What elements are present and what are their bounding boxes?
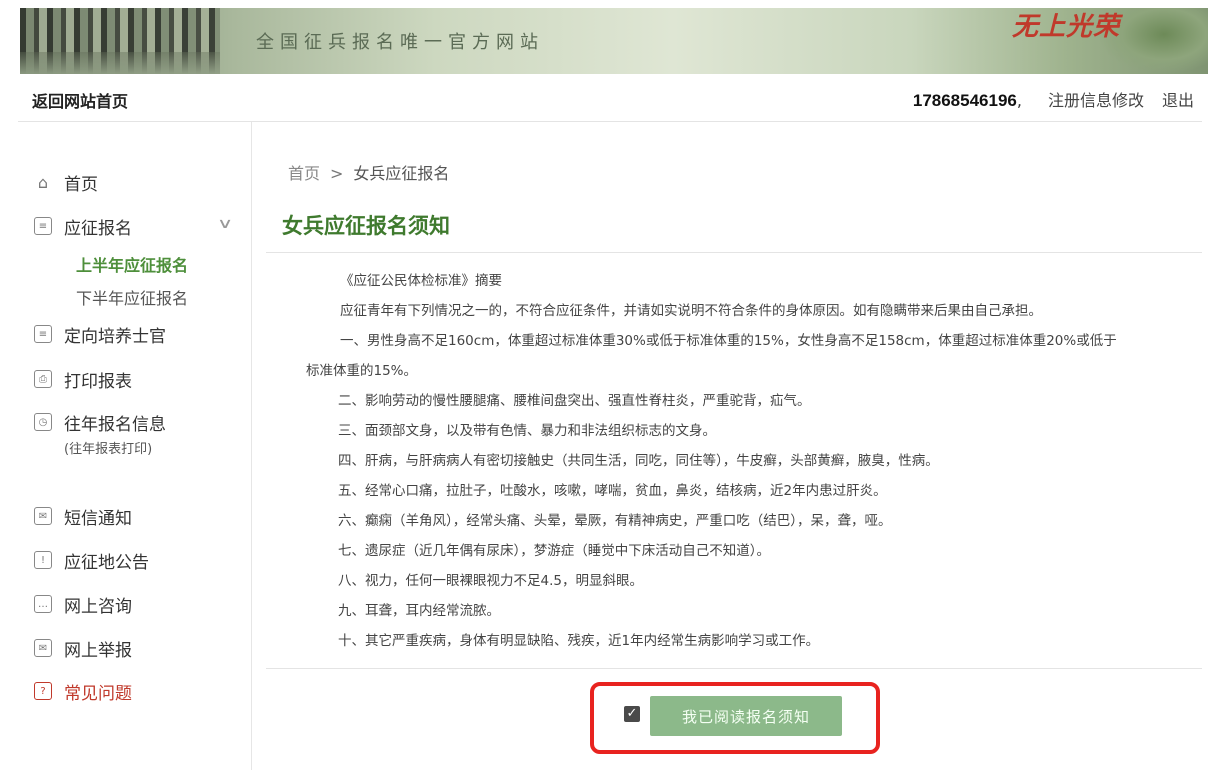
- sidebar-item-label: 应征报名: [64, 218, 132, 239]
- submenu-second-half[interactable]: 下半年应征报名: [76, 285, 188, 309]
- sidebar-item-sms[interactable]: ✉ 短信通知: [34, 504, 132, 529]
- sidebar-item-home[interactable]: ⌂ 首页: [34, 170, 98, 195]
- top-nav: 返回网站首页 17868546196 , 注册信息修改 退出: [18, 74, 1202, 122]
- form-icon: ≡: [34, 325, 52, 343]
- message-icon: ✉: [34, 507, 52, 525]
- announcement-icon: !: [34, 551, 52, 569]
- notice-item: 七、遗尿症（近几年偶有尿床），梦游症（睡觉中下床活动自己不知道）。: [338, 543, 770, 559]
- logout-link[interactable]: 退出: [1162, 87, 1194, 111]
- question-icon: ?: [34, 682, 52, 700]
- sidebar-item-announcements[interactable]: ! 应征地公告: [34, 548, 149, 573]
- history-note: (往年报表打印): [64, 442, 153, 457]
- notice-divider: [266, 668, 1202, 669]
- sidebar-item-report[interactable]: ✉ 网上举报: [34, 636, 132, 661]
- notice-item: 十、其它严重疾病，身体有明显缺陷、残疾，近1年内经常生病影响学习或工作。: [338, 633, 820, 649]
- sidebar-item-label: 打印报表: [64, 371, 132, 392]
- sidebar-item-label: 定向培养士官: [64, 326, 166, 347]
- sidebar: ⌂ 首页 ≡ 应征报名 ∨ 上半年应征报名 下半年应征报名 ≡ 定向培养士官 ⎙…: [18, 122, 252, 770]
- sidebar-item-enlistment[interactable]: ≡ 应征报名: [34, 214, 132, 239]
- banner-soldiers-image: [20, 8, 220, 74]
- submenu-first-half[interactable]: 上半年应征报名: [76, 252, 188, 276]
- breadcrumb-current: 女兵应征报名: [353, 164, 450, 183]
- notice-item: 一、男性身高不足160cm，体重超过标准体重30%或低于标准体重的15%，女性身…: [340, 333, 1117, 349]
- notice-item: 三、面颈部文身，以及带有色情、暴力和非法组织标志的文身。: [338, 423, 716, 439]
- breadcrumb: 首页 > 女兵应征报名: [288, 160, 449, 184]
- banner-slogan: 全国征兵报名唯一官方网站: [256, 32, 544, 53]
- site-banner: 全国征兵报名唯一官方网站 无上光荣: [20, 8, 1208, 74]
- main-content: 首页 > 女兵应征报名 女兵应征报名须知 《应征公民体检标准》摘要 应征青年有下列情…: [266, 138, 1202, 770]
- sidebar-item-label: 往年报名信息: [64, 414, 166, 435]
- form-icon: ≡: [34, 217, 52, 235]
- edit-registration-link[interactable]: 注册信息修改: [1048, 87, 1144, 111]
- sidebar-item-label: 应征地公告: [64, 552, 149, 573]
- notice-item: 九、耳聋，耳内经常流脓。: [338, 603, 500, 619]
- sidebar-item-faq[interactable]: ? 常见问题: [34, 679, 132, 704]
- sidebar-item-label: 网上咨询: [64, 596, 132, 617]
- banner-brand-logo: 无上光荣: [1011, 12, 1120, 42]
- history-icon: ◷: [34, 413, 52, 431]
- sidebar-item-label: 首页: [64, 174, 98, 195]
- title-divider: [266, 252, 1202, 253]
- sidebar-item-directed-training[interactable]: ≡ 定向培养士官: [34, 322, 166, 347]
- user-separator: ,: [1016, 91, 1022, 110]
- printer-icon: ⎙: [34, 370, 52, 388]
- breadcrumb-separator: >: [330, 164, 344, 183]
- sidebar-item-label: 短信通知: [64, 508, 132, 529]
- chat-icon: …: [34, 595, 52, 613]
- back-to-home-link[interactable]: 返回网站首页: [32, 88, 128, 112]
- agree-read-button[interactable]: 我已阅读报名须知: [650, 696, 842, 736]
- user-phone: 17868546196: [912, 91, 1017, 110]
- mail-icon: ✉: [34, 639, 52, 657]
- notice-heading: 《应征公民体检标准》摘要: [340, 273, 502, 289]
- breadcrumb-home-link[interactable]: 首页: [288, 164, 320, 183]
- sidebar-item-label: 网上举报: [64, 640, 132, 661]
- agree-checkbox[interactable]: ✓: [624, 706, 640, 722]
- user-area: 17868546196 , 注册信息修改 退出: [913, 87, 1194, 111]
- notice-item-continued: 标准体重的15%。: [306, 363, 418, 379]
- sidebar-item-consult[interactable]: … 网上咨询: [34, 592, 132, 617]
- sidebar-item-label: 常见问题: [64, 683, 132, 704]
- chevron-down-icon[interactable]: ∨: [217, 216, 233, 232]
- notice-item: 五、经常心口痛，拉肚子，吐酸水，咳嗽，哮喘，贫血，鼻炎，结核病，近2年内患过肝炎…: [338, 483, 887, 499]
- notice-item: 二、影响劳动的慢性腰腿痛、腰椎间盘突出、强直性脊柱炎，严重驼背，疝气。: [338, 393, 811, 409]
- notice-intro: 应征青年有下列情况之一的，不符合应征条件，并请如实说明不符合条件的身体原因。如有…: [340, 303, 1042, 319]
- notice-item: 六、癫痫（羊角风），经常头痛、头晕，晕厥，有精神病史，严重口吃（结巴），呆，聋，…: [338, 513, 892, 529]
- house-icon: ⌂: [37, 172, 49, 192]
- sidebar-item-history[interactable]: ◷ 往年报名信息: [34, 410, 166, 435]
- sidebar-item-print[interactable]: ⎙ 打印报表: [34, 367, 132, 392]
- notice-item: 四、肝病，与肝病病人有密切接触史（共同生活，同吃，同住等），牛皮癣，头部黄癣，腋…: [338, 453, 939, 469]
- page-title: 女兵应征报名须知: [282, 214, 450, 238]
- notice-item: 八、视力，任何一眼裸眼视力不足4.5，明显斜眼。: [338, 573, 643, 589]
